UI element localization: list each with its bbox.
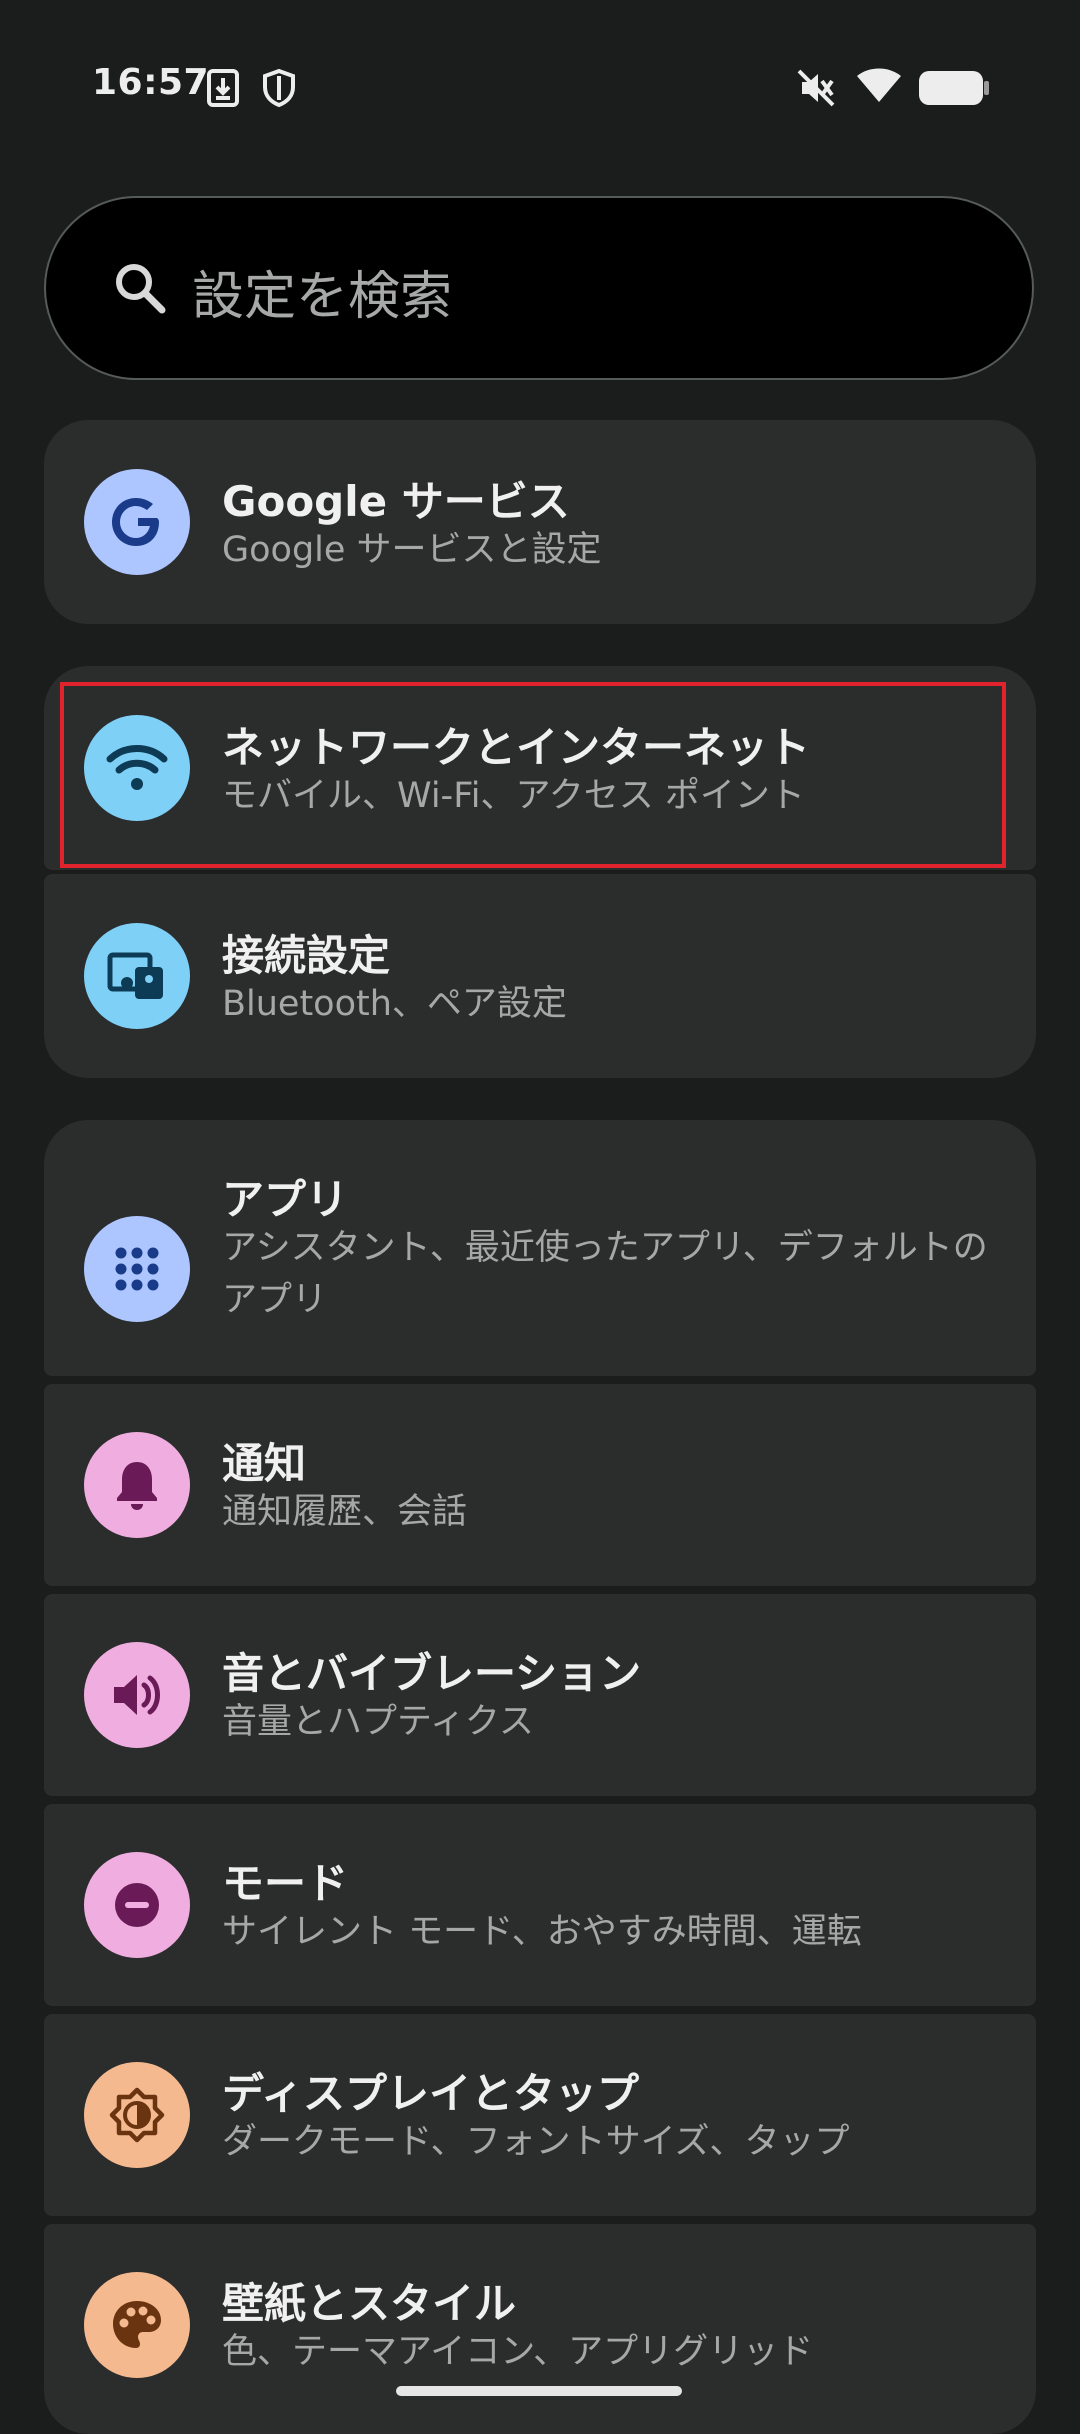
item-title: 接続設定	[222, 931, 391, 980]
settings-item-sound[interactable]: 音とバイブレーション 音量とハプティクス	[44, 1594, 1036, 1796]
item-subtitle: 音量とハプティクス	[222, 1702, 534, 1742]
item-subtitle: アシスタント、最近使ったアプリ、デフォルトのアプリ	[222, 1228, 988, 1320]
brightness-icon	[84, 2062, 190, 2168]
status-bar: 16:57	[0, 0, 1080, 180]
shield-icon	[263, 68, 295, 108]
settings-item-wallpaper[interactable]: 壁紙とスタイル 色、テーマアイコン、アプリグリッド	[44, 2224, 1036, 2434]
apps-grid-icon	[84, 1216, 190, 1322]
item-subtitle: 色、テーマアイコン、アプリグリッド	[222, 2332, 814, 2372]
item-title: 通知	[222, 1439, 307, 1488]
do-not-disturb-icon	[84, 1852, 190, 1958]
item-subtitle: Google サービスと設定	[222, 530, 602, 570]
item-title: Google サービス	[222, 477, 570, 526]
settings-item-connected-devices[interactable]: 接続設定 Bluetooth、ペア設定	[44, 874, 1036, 1078]
item-subtitle: ダークモード、フォントサイズ、タップ	[222, 2122, 850, 2162]
download-icon	[207, 69, 239, 107]
item-title: 音とバイブレーション	[222, 1649, 642, 1698]
wifi-icon	[857, 68, 901, 102]
search-bar[interactable]: 設定を検索	[44, 196, 1034, 380]
item-title: 壁紙とスタイル	[222, 2279, 517, 2328]
speaker-icon	[84, 1642, 190, 1748]
mute-vibrate-icon	[797, 69, 835, 107]
item-subtitle: サイレント モード、おやすみ時間、運転	[222, 1912, 862, 1952]
palette-icon	[84, 2272, 190, 2378]
search-input[interactable]: 設定を検索	[192, 254, 452, 329]
item-subtitle: Bluetooth、ペア設定	[222, 984, 567, 1024]
status-time: 16:57	[92, 62, 210, 103]
selection-highlight	[60, 682, 1006, 868]
item-subtitle: 通知履歴、会話	[222, 1492, 468, 1532]
connected-devices-icon	[84, 923, 190, 1029]
settings-item-display[interactable]: ディスプレイとタップ ダークモード、フォントサイズ、タップ	[44, 2014, 1036, 2216]
home-indicator[interactable]	[396, 2386, 682, 2396]
settings-item-modes[interactable]: モード サイレント モード、おやすみ時間、運転	[44, 1804, 1036, 2006]
item-title: モード	[222, 1859, 349, 1908]
item-title: アプリ	[222, 1175, 349, 1224]
item-title: ディスプレイとタップ	[222, 2069, 640, 2118]
bell-icon	[84, 1432, 190, 1538]
search-icon	[116, 264, 166, 314]
google-icon	[84, 469, 190, 575]
settings-item-notifications[interactable]: 通知 通知履歴、会話	[44, 1384, 1036, 1586]
settings-item-apps[interactable]: アプリ アシスタント、最近使ったアプリ、デフォルトのアプリ	[44, 1120, 1036, 1376]
settings-item-google[interactable]: Google サービス Google サービスと設定	[44, 420, 1036, 624]
battery-icon	[919, 71, 989, 105]
